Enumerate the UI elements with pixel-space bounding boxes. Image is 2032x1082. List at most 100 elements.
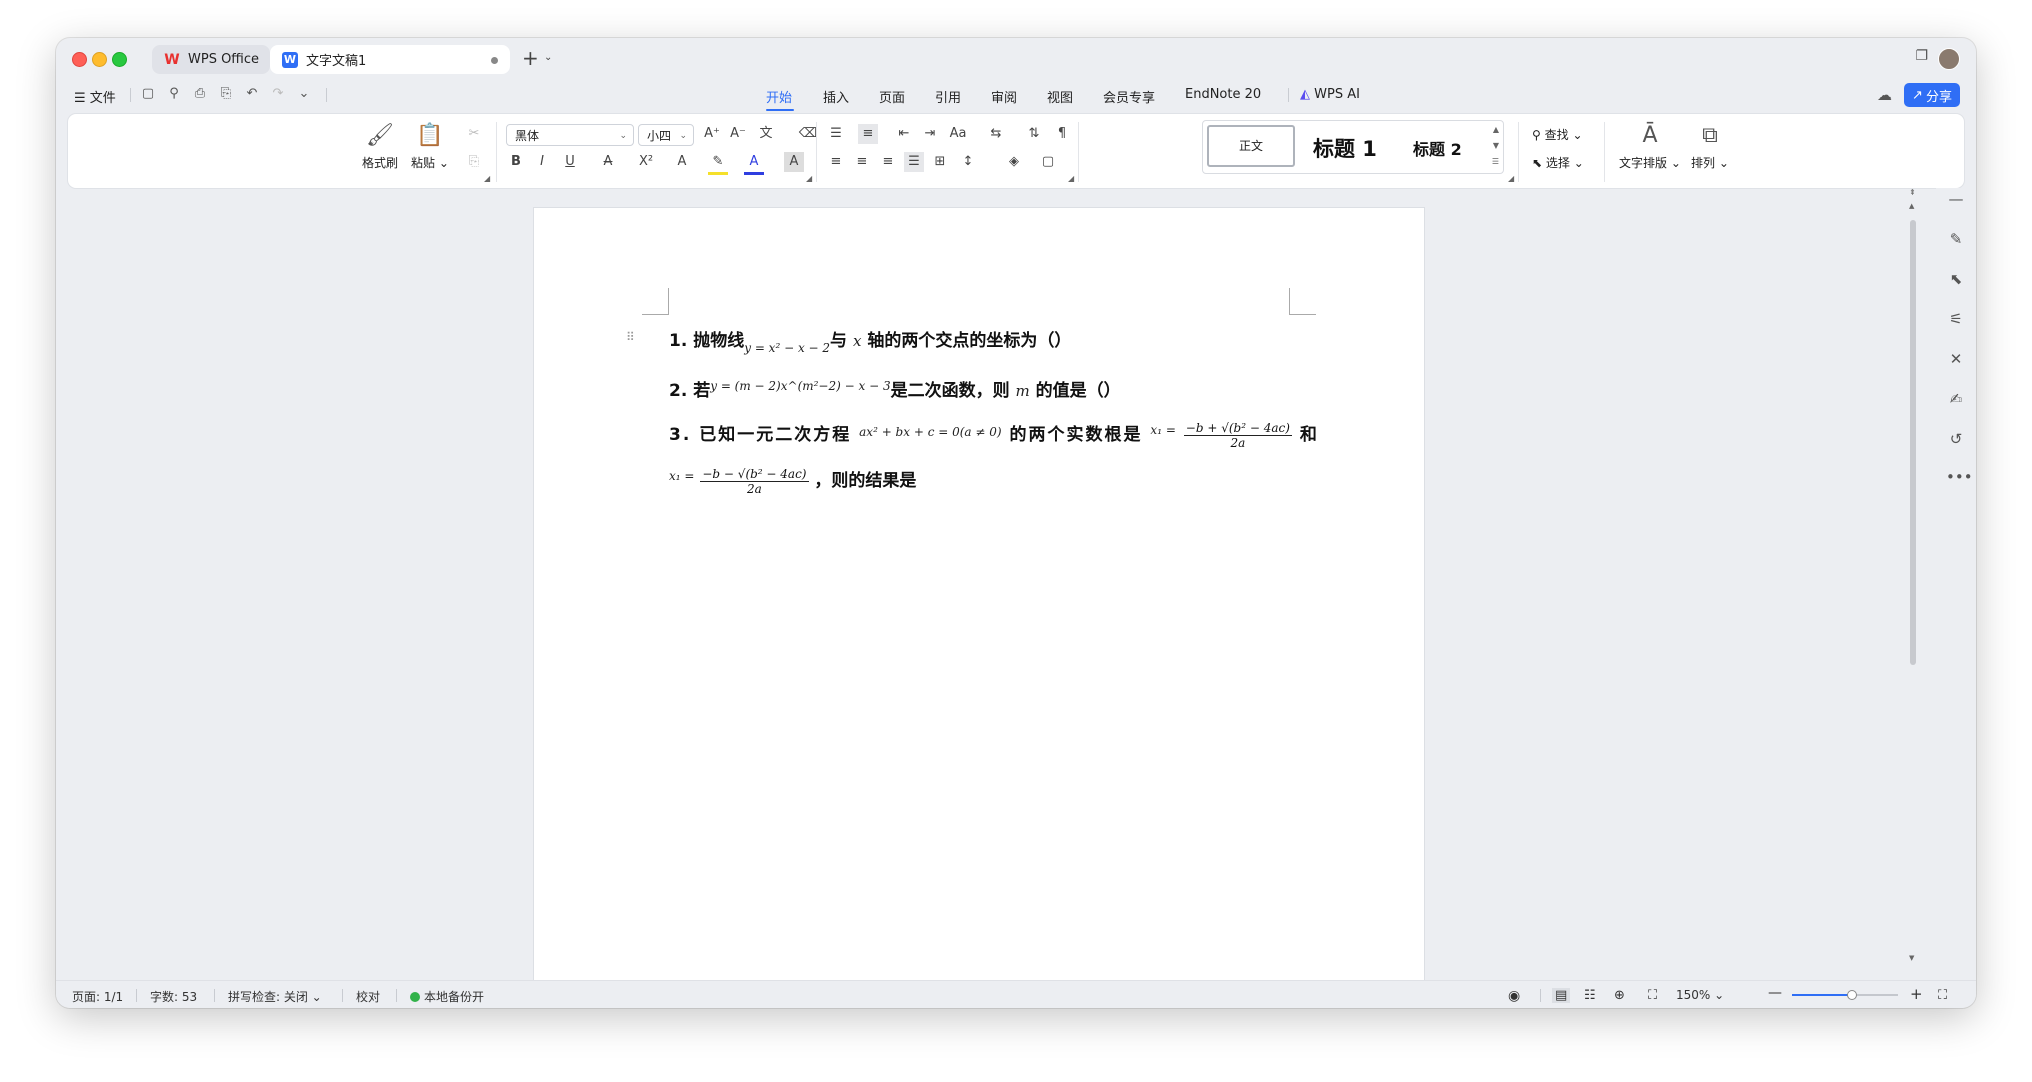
scroll-up-icon[interactable]: ▲ (1909, 202, 1914, 210)
new-tab-plus-icon[interactable]: + (522, 46, 539, 70)
tab-member[interactable]: 会员专享 (1103, 87, 1155, 106)
link-icon[interactable]: ⚲ (166, 86, 182, 102)
unsaved-dot-icon[interactable] (491, 57, 498, 64)
highlight-icon[interactable]: ✎ (708, 152, 728, 175)
italic-icon[interactable]: I (532, 152, 552, 172)
increase-indent-icon[interactable]: ⇥ (920, 124, 940, 144)
clipboard-expand-icon[interactable]: ◢ (484, 174, 490, 183)
drag-handle-icon[interactable]: ⠿ (626, 330, 635, 344)
tab-view[interactable]: 视图 (1047, 87, 1073, 106)
pen-icon[interactable]: ✎ (1946, 230, 1966, 248)
page-view-icon[interactable]: ▤ (1552, 988, 1571, 1003)
style-heading-1[interactable]: 标题 1 (1313, 133, 1377, 163)
tab-document[interactable]: W 文字文稿1 (270, 45, 510, 74)
underline-icon[interactable]: U (560, 152, 580, 172)
formula[interactable]: y = (m − 2)x^(m²−2) − x − 3 (710, 379, 890, 393)
scrollbar-thumb[interactable] (1910, 220, 1916, 665)
print-icon[interactable]: ⎙ (192, 86, 208, 102)
web-view-icon[interactable]: ⊕ (1614, 988, 1625, 1003)
tab-review[interactable]: 审阅 (991, 87, 1017, 106)
tab-home[interactable]: 开始 (766, 87, 792, 106)
text-effect-icon[interactable]: A (672, 152, 692, 172)
scroll-top-icon[interactable]: ⇞ (1909, 188, 1916, 197)
zoom-slider[interactable] (1792, 994, 1898, 996)
minimize-window-button[interactable] (92, 52, 107, 67)
redo-icon[interactable]: ↷ (270, 86, 286, 102)
eye-icon[interactable]: ◉ (1508, 988, 1520, 1004)
text-direction-icon[interactable]: ⇆ (986, 124, 1006, 144)
close-window-button[interactable] (72, 52, 87, 67)
question-1[interactable]: 1. 抛物线y = x² − x − 2与 x 轴的两个交点的坐标为（） (669, 326, 1071, 355)
print-preview-icon[interactable]: ⎘ (218, 86, 234, 102)
more-quick-access-chevron-down-icon[interactable]: ⌄ (296, 86, 312, 102)
collapse-icon[interactable]: — (1946, 190, 1966, 208)
sort-icon[interactable]: ⇅ (1024, 124, 1044, 144)
local-backup-status[interactable]: 本地备份开 (410, 988, 484, 1005)
outline-view-icon[interactable]: ☷ (1584, 988, 1596, 1003)
styles-more-icon[interactable]: ☰ (1492, 157, 1499, 166)
copy-icon[interactable]: ⎘ (464, 152, 484, 172)
fit-page-icon[interactable]: ⛶ (1648, 988, 1657, 1003)
borders-icon[interactable]: ▢ (1038, 152, 1058, 172)
bullets-icon[interactable]: ☰ (826, 124, 846, 144)
strikethrough-icon[interactable]: A (598, 152, 618, 172)
distributed-icon[interactable]: ⊞ (930, 152, 950, 172)
phonetic-guide-icon[interactable]: 文 (756, 124, 776, 144)
superscript-icon[interactable]: X² (636, 152, 656, 172)
shrink-font-icon[interactable]: A⁻ (728, 124, 748, 144)
align-right-icon[interactable]: ≡ (878, 152, 898, 172)
question-2[interactable]: 2. 若y = (m − 2)x^(m²−2) − x − 3是二次函数，则 m… (669, 376, 1121, 401)
chevron-up-icon[interactable]: ▲ (1493, 125, 1499, 134)
paragraph-shading-icon[interactable]: ◈ (1004, 152, 1024, 172)
wps-ai-button[interactable]: ◭ WPS AI (1300, 87, 1360, 102)
font-size-select[interactable]: 小四 ⌄ (638, 124, 694, 146)
select-button[interactable]: ⬉ 选择 ⌄ (1532, 154, 1584, 171)
line-spacing-icon[interactable]: ↕ (958, 152, 978, 172)
scroll-down-icon[interactable]: ▼ (1909, 954, 1914, 962)
file-menu[interactable]: ☰ 文件 (74, 87, 116, 106)
align-center-icon[interactable]: ≡ (852, 152, 872, 172)
save-icon[interactable]: ▢ (140, 86, 156, 102)
signature-icon[interactable]: ✍ (1946, 390, 1966, 408)
zoom-slider-handle[interactable] (1847, 990, 1857, 1000)
font-family-select[interactable]: 黑体 ⌄ (506, 124, 634, 146)
sliders-icon[interactable]: ⚟ (1946, 310, 1966, 328)
tab-endnote[interactable]: EndNote 20 (1185, 87, 1261, 102)
tab-insert[interactable]: 插入 (823, 87, 849, 106)
new-tab-chevron-down-icon[interactable]: ⌄ (544, 52, 552, 63)
formula[interactable]: ax² + bx + c = 0(a ≠ 0) (859, 425, 1001, 439)
word-count[interactable]: 字数: 53 (150, 988, 197, 1005)
avatar[interactable] (1938, 48, 1960, 70)
cut-icon[interactable]: ✂ (464, 124, 484, 144)
char-shading-icon[interactable]: A (784, 152, 804, 172)
decrease-indent-icon[interactable]: ⇤ (894, 124, 914, 144)
cloud-sync-icon[interactable]: ☁ (1877, 86, 1892, 104)
tab-wps-office[interactable]: W WPS Office (152, 45, 270, 74)
chevron-down-icon[interactable]: ▼ (1493, 141, 1499, 150)
format-painter-button[interactable]: 🖌 格式刷 (358, 122, 402, 171)
change-case-icon[interactable]: Aa (948, 124, 968, 144)
tab-page[interactable]: 页面 (879, 87, 905, 106)
clear-format-icon[interactable]: ⌫ (798, 124, 818, 144)
paste-button[interactable]: 📋 粘贴 ⌄ (408, 122, 452, 171)
question-3[interactable]: 3. 已知一元二次方程 ax² + bx + c = 0(a ≠ 0) 的两个实… (669, 420, 1319, 450)
tools-icon[interactable]: ✕ (1946, 350, 1966, 368)
fraction[interactable]: −b − √(b² − 4ac) 2a (700, 467, 809, 496)
fullscreen-icon[interactable]: ⛶ (1938, 988, 1947, 1003)
zoom-in-icon[interactable]: + (1910, 985, 1923, 1003)
window-layout-icon[interactable]: ❐ (1915, 48, 1928, 64)
show-marks-icon[interactable]: ¶ (1052, 124, 1072, 144)
text-layout-button[interactable]: Ā 文字排版 ⌄ (1618, 122, 1682, 171)
find-button[interactable]: ⚲ 查找 ⌄ (1532, 126, 1583, 143)
style-normal[interactable]: 正文 (1207, 125, 1295, 167)
numbering-icon[interactable]: ≡ (858, 124, 878, 144)
vertical-scrollbar[interactable]: ⇞ ▲ ▼ (1906, 188, 1920, 968)
styles-expand-icon[interactable]: ◢ (1508, 174, 1514, 183)
fraction[interactable]: −b + √(b² − 4ac) 2a (1183, 421, 1292, 450)
maximize-window-button[interactable] (112, 52, 127, 67)
pointer-icon[interactable]: ⬉ (1946, 270, 1966, 288)
grow-font-icon[interactable]: A⁺ (702, 124, 722, 144)
justify-icon[interactable]: ☰ (904, 152, 924, 172)
proofread-button[interactable]: 校对 (356, 988, 380, 1005)
paragraph-expand-icon[interactable]: ◢ (1068, 174, 1074, 183)
